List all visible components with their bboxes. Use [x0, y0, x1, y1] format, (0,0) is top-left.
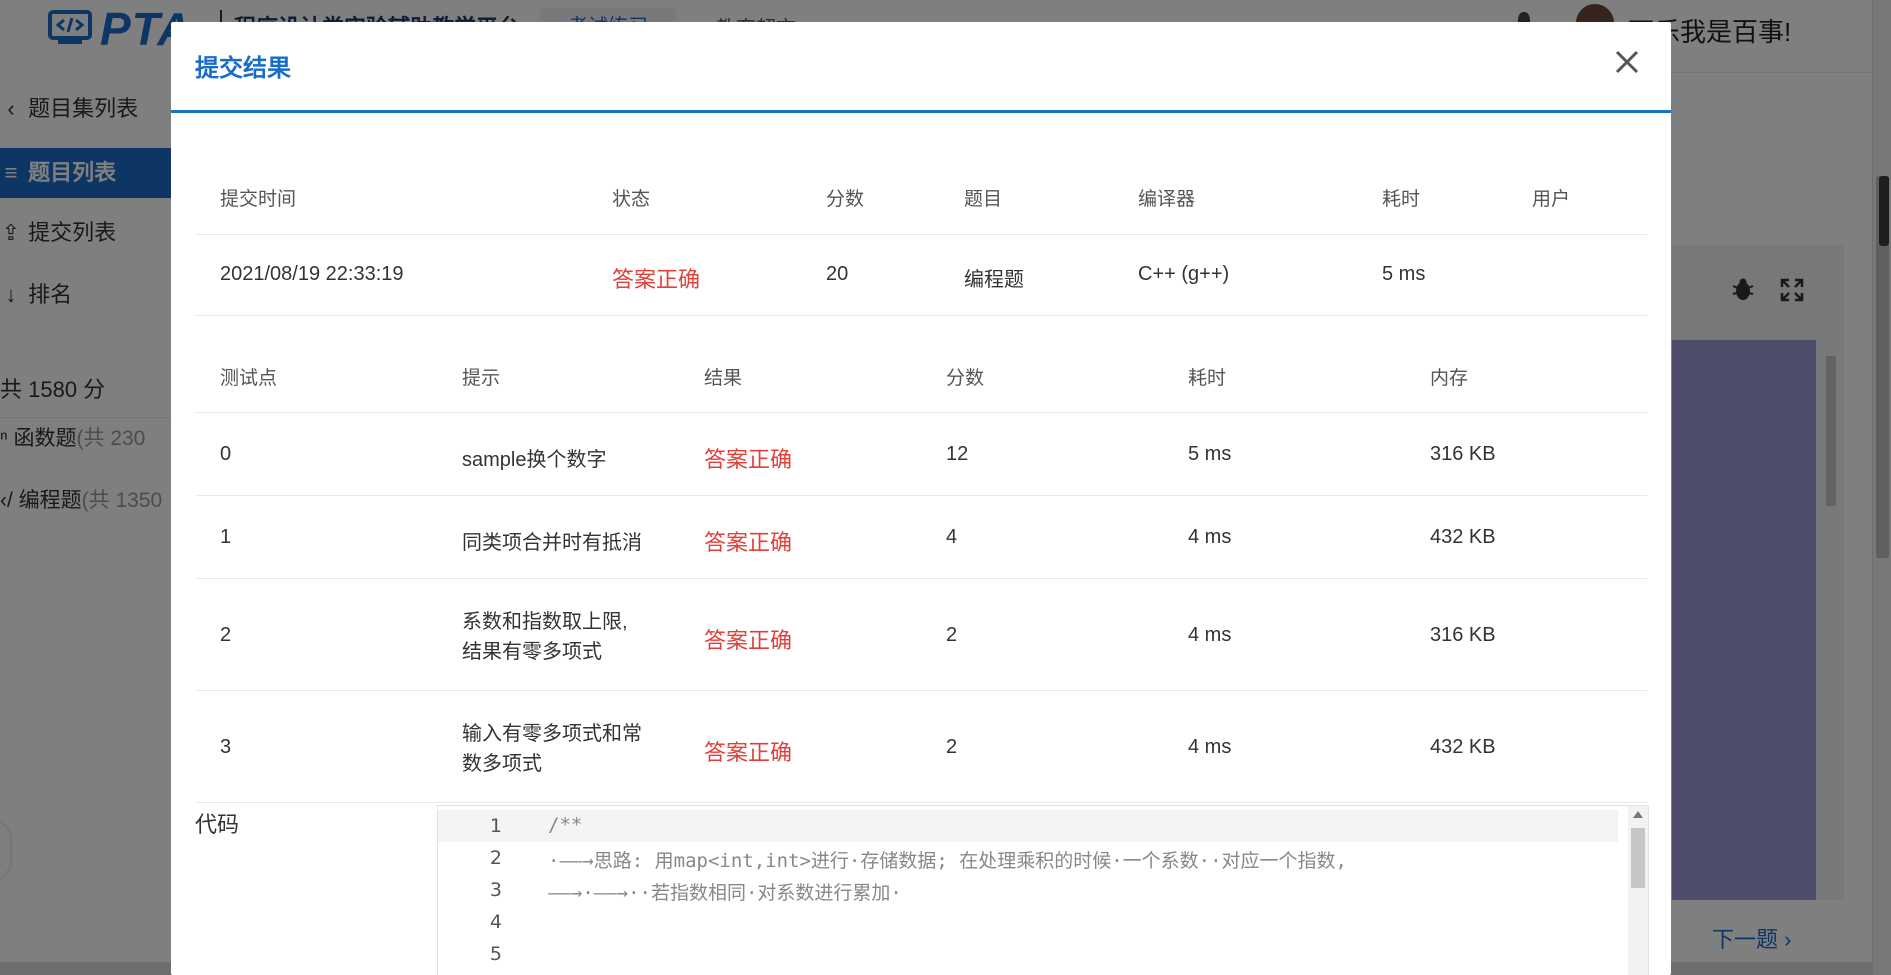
header-hint: 提示 — [462, 368, 501, 389]
code-line: 4 — [489, 911, 502, 933]
code-line: 1 /** — [438, 810, 1618, 842]
code-scrollbar[interactable] — [1628, 806, 1648, 975]
table-row: 3 输入有零多项式和常 数多项式 答案正确 2 4 ms 432 KB — [196, 691, 1647, 803]
header-duration: 耗时 — [1382, 189, 1421, 210]
close-icon[interactable] — [1611, 46, 1643, 78]
header-test-score: 分数 — [946, 368, 985, 389]
status-badge: 答案正确 — [612, 267, 701, 292]
testcase-header-row: 测试点 提示 结果 分数 耗时 内存 — [196, 317, 1647, 413]
header-result: 结果 — [704, 368, 743, 389]
header-memory: 内存 — [1430, 368, 1469, 389]
table-row: 1 同类项合并时有抵消 答案正确 4 4 ms 432 KB — [196, 496, 1647, 579]
duration-value: 5 ms — [1382, 263, 1426, 285]
result-badge: 答案正确 — [704, 530, 793, 555]
result-badge: 答案正确 — [704, 740, 793, 765]
scroll-thumb[interactable] — [1631, 828, 1645, 888]
problem-type[interactable]: 编程题 — [964, 263, 1024, 292]
code-line: 5 — [489, 943, 502, 965]
summary-row: 2021/08/19 22:33:19 答案正确 20 编程题 C++ (g++… — [196, 235, 1647, 316]
header-submit-time: 提交时间 — [220, 189, 297, 210]
header-testcase: 测试点 — [220, 368, 278, 389]
code-line: 3 ——→·——→··若指数相同·对系数进行累加· — [489, 879, 902, 904]
submit-time: 2021/08/19 22:33:19 — [220, 263, 404, 285]
table-row: 0 sample换个数字 答案正确 12 5 ms 316 KB — [196, 413, 1647, 496]
code-label: 代码 — [195, 812, 240, 837]
scroll-up-icon[interactable] — [1633, 811, 1643, 818]
code-line: 2 ·——→思路: 用map<int,int>进行·存储数据; 在处理乘积的时候… — [489, 847, 1347, 872]
summary-header-row: 提交时间 状态 分数 题目 编译器 耗时 用户 — [196, 134, 1647, 235]
compiler-value: C++ (g++) — [1138, 263, 1230, 285]
modal-title: 提交结果 — [195, 55, 291, 82]
result-badge: 答案正确 — [704, 447, 793, 472]
code-viewer[interactable]: 1 /** 2 ·——→思路: 用map<int,int>进行·存储数据; 在处… — [437, 805, 1649, 975]
header-score: 分数 — [826, 189, 865, 210]
header-test-time: 耗时 — [1188, 368, 1227, 389]
header-user: 用户 — [1532, 189, 1571, 210]
total-score-value: 20 — [826, 263, 849, 285]
header-status: 状态 — [612, 189, 651, 210]
header-compiler: 编译器 — [1138, 189, 1196, 210]
table-row: 2 系数和指数取上限, 结果有零多项式 答案正确 2 4 ms 316 KB — [196, 579, 1647, 691]
header-problem: 题目 — [964, 189, 1003, 210]
modal-header: 提交结果 — [171, 22, 1671, 113]
result-badge: 答案正确 — [704, 628, 793, 653]
submission-result-modal: 提交结果 提交时间 状态 分数 题目 编译器 耗时 用户 2021/08/19 … — [171, 22, 1671, 975]
